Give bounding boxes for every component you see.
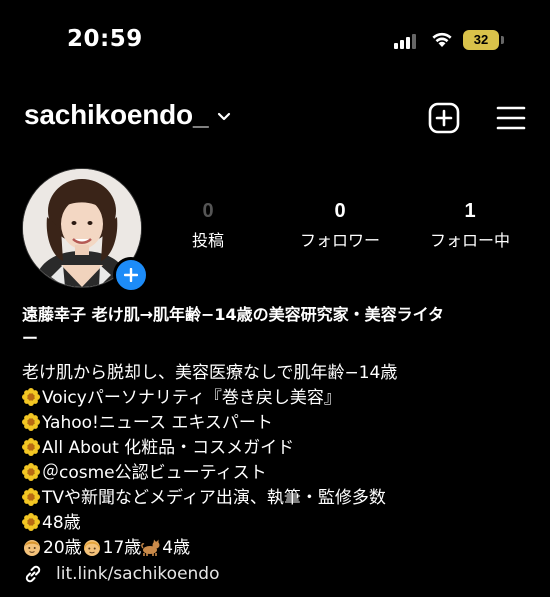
chevron-down-icon — [218, 112, 231, 121]
bio-line-text: TVや新聞などメディア出演、執筆・監修多数 — [42, 488, 386, 508]
family-age-1: 20歳 — [43, 538, 82, 558]
new-post-icon[interactable] — [428, 102, 460, 134]
bio-line: ＠cosme公認ビューティスト — [22, 461, 532, 486]
sunflower-icon — [22, 413, 40, 431]
bio-name: 遠藤幸子 老け肌→肌年齢−14歳の美容研究家・美容ライタ ー — [22, 303, 532, 351]
stat-followers-value: 0 — [334, 200, 346, 222]
girl-emoji-icon — [83, 540, 100, 556]
stat-followers-label: フォロワー — [299, 231, 380, 250]
sunflower-icon — [22, 388, 40, 406]
profile-avatar[interactable] — [22, 168, 149, 293]
family-age-2: 17歳 — [102, 538, 142, 558]
stat-following[interactable]: 1 フォロー中 — [414, 200, 526, 251]
battery-nub — [501, 36, 504, 44]
bio-line-text: All About 化粧品・コスメガイド — [42, 438, 295, 458]
stat-posts[interactable]: 0 投稿 — [176, 200, 240, 251]
bio-line: Yahoo!ニュース エキスパート — [22, 411, 532, 436]
sunflower-icon — [22, 513, 40, 531]
wifi-icon — [432, 32, 452, 47]
boy-emoji-icon — [24, 540, 40, 556]
family-age-3: 4歳 — [162, 538, 191, 558]
stat-posts-label: 投稿 — [191, 231, 224, 250]
stat-following-value: 1 — [464, 200, 476, 222]
bio-name-line1: 遠藤幸子 老け肌→肌年齢−14歳の美容研究家・美容ライタ — [22, 305, 445, 324]
profile-header: sachikoendo_ — [0, 95, 550, 145]
cat-emoji-icon — [141, 539, 160, 556]
clock: 20:59 — [67, 26, 143, 52]
menu-icon[interactable] — [496, 105, 526, 131]
stat-posts-value: 0 — [202, 200, 214, 222]
sunflower-icon — [22, 463, 40, 481]
bio-name-line2: ー — [22, 329, 39, 348]
bio-line-family: 20歳 17歳 4歳 — [22, 536, 532, 561]
bio-line-text: Yahoo!ニュース エキスパート — [42, 413, 273, 433]
signal-icon — [394, 33, 420, 49]
bio-line: All About 化粧品・コスメガイド — [22, 436, 532, 461]
bio-line-text: Voicyパーソナリティ『巻き戻し美容』 — [42, 388, 341, 408]
account-switcher[interactable]: sachikoendo_ — [24, 99, 232, 131]
bio-line-text: 48歳 — [42, 513, 81, 533]
profile-link-text: lit.link/sachikoendo — [56, 564, 220, 584]
bio-line: TVや新聞などメディア出演、執筆・監修多数 — [22, 486, 532, 511]
sunflower-icon — [22, 488, 40, 506]
profile-link[interactable]: lit.link/sachikoendo — [22, 563, 220, 585]
username: sachikoendo_ — [24, 99, 209, 130]
add-story-icon[interactable] — [113, 257, 149, 293]
status-bar: 20:59 32 — [0, 0, 550, 80]
sunflower-icon — [22, 438, 40, 456]
bio-line-text: ＠cosme公認ビューティスト — [42, 463, 267, 483]
bio-line: 老け肌から脱却し、美容医療なしで肌年齢−14歳 — [22, 363, 398, 383]
profile-bio: 遠藤幸子 老け肌→肌年齢−14歳の美容研究家・美容ライタ ー 老け肌から脱却し、… — [22, 303, 532, 561]
bio-line: Voicyパーソナリティ『巻き戻し美容』 — [22, 386, 532, 411]
stat-following-label: フォロー中 — [429, 231, 510, 250]
bio-line: 48歳 — [22, 511, 532, 536]
stat-followers[interactable]: 0 フォロワー — [284, 200, 396, 251]
link-icon — [25, 565, 41, 583]
battery-icon: 32 — [463, 30, 499, 50]
